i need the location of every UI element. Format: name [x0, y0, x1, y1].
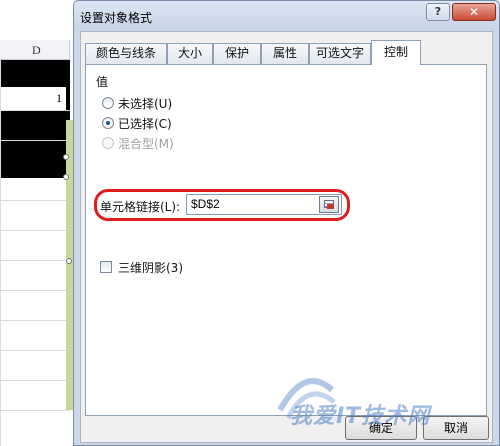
shading-checkbox-box[interactable] [100, 261, 112, 273]
gridline [0, 200, 70, 201]
dialog-titlebar[interactable]: 设置对象格式 ? ✕ [74, 1, 499, 31]
radio-unchecked-circle[interactable] [102, 97, 114, 109]
dialog-title: 设置对象格式 [80, 11, 153, 25]
dialog-body: 颜色与线条 大小 保护 属性 可选文字 控制 值 未选择(U) 已选择(C) 混… [80, 31, 493, 443]
resize-handle[interactable] [63, 154, 69, 160]
radio-checked-label[interactable]: 已选择(C) [118, 115, 172, 132]
range-select-arrow-icon [327, 204, 334, 209]
cell-d2-value: 1 [56, 91, 62, 105]
gridline [0, 320, 70, 321]
cell-link-input[interactable]: $D$2 [186, 194, 342, 215]
radio-selected-dot [106, 121, 110, 125]
spreadsheet-background: D 1 [0, 0, 80, 446]
gridline [0, 350, 70, 351]
format-object-dialog: 设置对象格式 ? ✕ 颜色与线条 大小 保护 属性 可选文字 控制 值 未选择(… [73, 0, 500, 446]
tab-properties[interactable]: 属性 [261, 43, 309, 64]
radio-unchecked-label[interactable]: 未选择(U) [118, 95, 172, 112]
ok-button[interactable]: 确定 [345, 416, 417, 440]
radio-checked-circle[interactable] [102, 117, 114, 129]
resize-handle[interactable] [63, 174, 69, 180]
cell-link-label: 单元格链接(L): [100, 200, 181, 214]
help-button[interactable]: ? [426, 3, 450, 21]
gridline [0, 110, 70, 111]
cell-link-row: 单元格链接(L): $D$2 [100, 193, 346, 219]
range-select-button[interactable] [319, 196, 339, 213]
close-button[interactable]: ✕ [452, 3, 496, 21]
tab-control[interactable]: 控制 [371, 40, 421, 65]
cancel-button[interactable]: 取消 [423, 416, 489, 440]
cell-link-value: $D$2 [191, 197, 220, 211]
tab-alt-text[interactable]: 可选文字 [309, 43, 371, 64]
tab-protection[interactable]: 保护 [213, 43, 261, 64]
tab-colors-lines[interactable]: 颜色与线条 [85, 43, 167, 64]
gridline [0, 230, 70, 231]
gridline [0, 380, 70, 381]
column-letter: D [32, 43, 41, 57]
value-group-label: 值 [96, 75, 109, 89]
gridline [0, 290, 70, 291]
gridline [0, 260, 70, 261]
gridline [0, 140, 70, 141]
shading-checkbox-label[interactable]: 三维阴影(3) [118, 259, 183, 276]
control-panel: 值 未选择(U) 已选择(C) 混合型(M) 单元格链接(L): $D$2 三维… [85, 64, 487, 416]
radio-mixed-label: 混合型(M) [118, 137, 174, 151]
resize-handle[interactable] [66, 258, 72, 264]
gridline [0, 410, 70, 411]
selected-shape-fill [0, 60, 70, 178]
radio-mixed-circle [102, 137, 114, 149]
gridline [0, 60, 1, 446]
tab-size[interactable]: 大小 [167, 43, 213, 64]
